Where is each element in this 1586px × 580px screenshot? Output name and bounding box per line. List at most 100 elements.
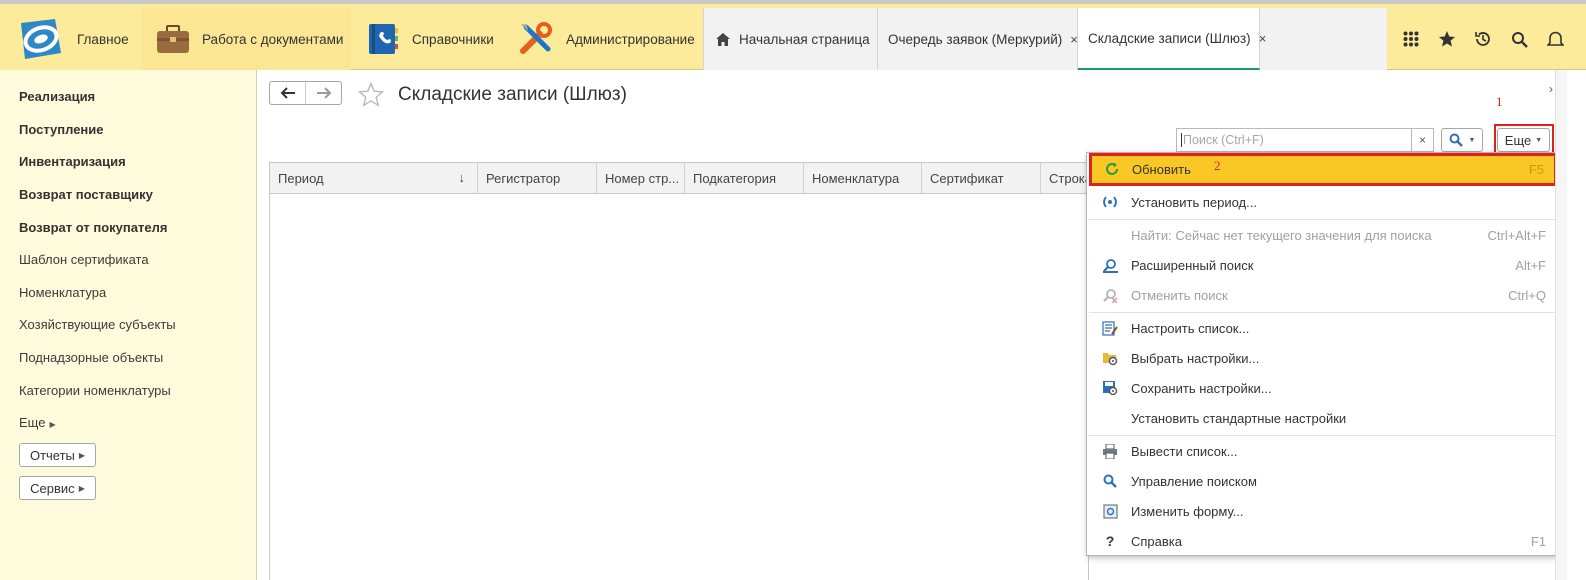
column-label: Номенклатура bbox=[812, 170, 900, 186]
menu-item-label: Установить период... bbox=[1131, 195, 1257, 210]
menu-item-find[interactable]: Найти: Сейчас нет текущего значения для … bbox=[1088, 221, 1556, 250]
menu-item-label: Справка bbox=[1131, 534, 1182, 549]
right-scrollbar[interactable] bbox=[1555, 70, 1567, 580]
history-nav bbox=[269, 81, 342, 105]
column-registrator[interactable]: Регистратор bbox=[478, 163, 597, 193]
column-subcategory[interactable]: Подкатегория bbox=[685, 163, 804, 193]
menu-item-shortcut: F1 bbox=[1530, 534, 1546, 549]
menu-item-refresh[interactable]: Обновить F5 bbox=[1089, 153, 1557, 186]
column-period[interactable]: Период ↓ bbox=[270, 163, 478, 193]
help-icon: ? bbox=[1105, 533, 1115, 549]
annotation-step-1: 1 bbox=[1496, 94, 1503, 109]
section-catalogs-label: Справочники bbox=[412, 31, 494, 47]
period-icon bbox=[1102, 194, 1118, 210]
history-icon[interactable] bbox=[1465, 21, 1501, 57]
tab-warehouse-records[interactable]: Складские записи (Шлюз) × bbox=[1078, 8, 1266, 70]
table-header: Период ↓ Регистратор Номер стр... Подкат… bbox=[270, 163, 1088, 194]
toolbar-icons bbox=[1387, 8, 1586, 70]
favorites-star-icon[interactable] bbox=[1429, 21, 1465, 57]
service-button-label: Сервис bbox=[30, 480, 75, 496]
back-button[interactable] bbox=[270, 82, 305, 104]
section-admin[interactable]: Администрирование bbox=[503, 8, 703, 70]
search-placeholder: Поиск (Ctrl+F) bbox=[1181, 133, 1264, 147]
menu-item-label: Сохранить настройки... bbox=[1131, 381, 1272, 396]
section-main-label: Главное bbox=[77, 31, 129, 47]
section-admin-label: Администрирование bbox=[566, 31, 695, 47]
section-catalogs[interactable]: Справочники bbox=[351, 8, 503, 70]
search-button[interactable]: ▼ bbox=[1441, 128, 1483, 152]
menu-item-label: Выбрать настройки... bbox=[1131, 351, 1260, 366]
triangle-right-icon: ▶ bbox=[78, 450, 86, 460]
menu-item-standard-settings[interactable]: Установить стандартные настройки bbox=[1088, 404, 1556, 433]
chevron-right-icon[interactable]: › bbox=[1549, 82, 1553, 96]
sidebar-item-return-from-customer[interactable]: Возврат от покупателя bbox=[19, 220, 167, 235]
clear-search-button[interactable]: × bbox=[1411, 129, 1433, 151]
menu-item-set-period[interactable]: Установить период... bbox=[1088, 188, 1556, 217]
menu-item-help[interactable]: ? Справка F1 bbox=[1088, 527, 1556, 556]
search-input[interactable]: Поиск (Ctrl+F) × bbox=[1176, 128, 1434, 152]
menu-item-save-settings[interactable]: Сохранить настройки... bbox=[1088, 374, 1556, 403]
column-line[interactable]: Строка bbox=[1041, 163, 1088, 193]
tab-strip: Начальная страница Очередь заявок (Мерку… bbox=[703, 8, 1387, 70]
search-icon[interactable] bbox=[1501, 21, 1537, 57]
section-documents[interactable]: Работа с документами bbox=[141, 8, 351, 70]
tab-mercury-queue[interactable]: Очередь заявок (Меркурий) × bbox=[878, 8, 1078, 70]
menu-separator bbox=[1089, 312, 1555, 313]
menu-item-choose-settings[interactable]: Выбрать настройки... bbox=[1088, 344, 1556, 373]
sidebar-item-certificate-template[interactable]: Шаблон сертификата bbox=[19, 252, 149, 267]
menu-item-search-management[interactable]: Управление поиском bbox=[1088, 467, 1556, 496]
tab-home[interactable]: Начальная страница bbox=[704, 8, 878, 70]
grid-menu-icon[interactable] bbox=[1393, 21, 1429, 57]
advanced-search-icon bbox=[1102, 257, 1118, 273]
sidebar-item-nomenclature[interactable]: Номенклатура bbox=[19, 285, 106, 300]
column-certificate[interactable]: Сертификат bbox=[922, 163, 1041, 193]
sidebar-item-more[interactable]: Еще ▶ bbox=[19, 415, 56, 430]
notification-bell-icon[interactable] bbox=[1537, 21, 1573, 57]
menu-item-advanced-search[interactable]: Расширенный поиск Alt+F bbox=[1088, 251, 1556, 280]
sidebar-item-nomenclature-categories[interactable]: Категории номенклатуры bbox=[19, 383, 171, 398]
menu-item-label: Управление поиском bbox=[1131, 474, 1257, 489]
close-icon[interactable]: × bbox=[1070, 32, 1078, 47]
sidebar-item-supervised-objects[interactable]: Поднадзорные объекты bbox=[19, 350, 163, 365]
save-settings-icon bbox=[1102, 380, 1118, 396]
page-title: Складские записи (Шлюз) bbox=[398, 84, 627, 105]
menu-item-label: Отменить поиск bbox=[1131, 288, 1228, 303]
arrow-right-icon bbox=[316, 87, 331, 99]
close-icon[interactable]: × bbox=[1259, 31, 1267, 46]
sidebar-item-sales[interactable]: Реализация bbox=[19, 89, 95, 104]
column-label: Регистратор bbox=[486, 170, 561, 186]
tab-warehouse-records-label: Складские записи (Шлюз) bbox=[1088, 30, 1251, 46]
favorite-star-icon[interactable] bbox=[357, 81, 385, 110]
triangle-right-icon: ▶ bbox=[49, 420, 56, 429]
menu-item-print-list[interactable]: Вывести список... bbox=[1088, 437, 1556, 466]
section-documents-label: Работа с документами bbox=[202, 31, 344, 47]
forward-button[interactable] bbox=[305, 82, 341, 104]
more-dropdown-menu: Обновить F5 2 Установить период... Найти… bbox=[1086, 152, 1558, 556]
sidebar-item-business-entities[interactable]: Хозяйствующие субъекты bbox=[19, 317, 176, 332]
cancel-search-icon bbox=[1102, 287, 1118, 303]
dropdown-arrow-icon: ▼ bbox=[1468, 136, 1476, 144]
column-label: Подкатегория bbox=[693, 170, 777, 186]
sidebar-item-inventory[interactable]: Инвентаризация bbox=[19, 154, 126, 169]
sidebar-item-receipt[interactable]: Поступление bbox=[19, 122, 104, 137]
column-label: Строка bbox=[1049, 170, 1088, 186]
column-row-number[interactable]: Номер стр... bbox=[597, 163, 685, 193]
menu-item-shortcut: Ctrl+Q bbox=[1508, 288, 1546, 303]
reports-button[interactable]: Отчеты ▶ bbox=[19, 443, 96, 467]
logo-icon bbox=[15, 17, 65, 61]
annotation-step-2: 2 bbox=[1214, 158, 1221, 173]
menu-item-cancel-search[interactable]: Отменить поиск Ctrl+Q bbox=[1088, 281, 1556, 310]
menu-item-edit-form[interactable]: Изменить форму... bbox=[1088, 497, 1556, 526]
section-main[interactable]: Главное bbox=[0, 8, 141, 70]
menu-item-label: Расширенный поиск bbox=[1131, 258, 1254, 273]
column-period-label: Период bbox=[278, 170, 324, 186]
menu-separator bbox=[1089, 435, 1555, 436]
service-button[interactable]: Сервис ▶ bbox=[19, 476, 96, 500]
tools-icon bbox=[518, 21, 554, 57]
menu-item-shortcut: F5 bbox=[1528, 162, 1544, 177]
column-nomenclature[interactable]: Номенклатура bbox=[804, 163, 922, 193]
menu-item-configure-list[interactable]: Настроить список... bbox=[1088, 314, 1556, 343]
menu-item-shortcut: Ctrl+Alt+F bbox=[1487, 228, 1546, 243]
menu-item-label: Вывести список... bbox=[1131, 444, 1238, 459]
sidebar-item-return-to-supplier[interactable]: Возврат поставщику bbox=[19, 187, 153, 202]
